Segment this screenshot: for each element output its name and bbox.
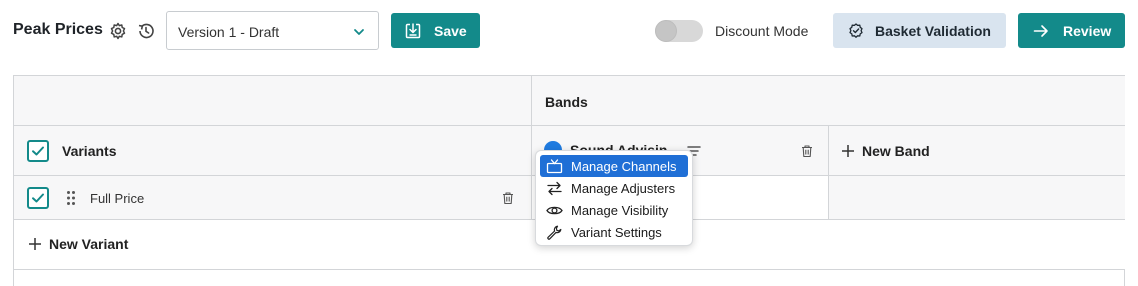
plus-icon [842, 145, 854, 157]
drag-handle-icon[interactable] [66, 190, 76, 206]
page-title: Peak Prices [13, 21, 103, 38]
tv-icon [546, 158, 563, 173]
menu-item-variant-settings[interactable]: Variant Settings [540, 221, 688, 243]
version-select[interactable]: Version 1 - Draft [166, 11, 379, 50]
basket-validation-button[interactable]: Basket Validation [833, 13, 1006, 48]
basket-validation-label: Basket Validation [875, 22, 991, 39]
eye-icon [546, 206, 563, 214]
menu-item-manage-visibility[interactable]: Manage Visibility [540, 199, 688, 221]
review-label: Review [1063, 22, 1112, 39]
toolbar: Peak Prices Version 1 - Draft Save Disco… [0, 0, 1138, 62]
wrench-icon [547, 225, 562, 240]
trash-icon[interactable] [501, 191, 515, 205]
review-button[interactable]: Review [1018, 13, 1125, 48]
history-icon[interactable] [136, 21, 156, 41]
menu-item-label: Manage Channels [571, 158, 677, 174]
trash-icon[interactable] [800, 144, 814, 158]
bands-header-label: Bands [545, 94, 588, 110]
variant-name: Full Price [90, 191, 145, 206]
chevron-down-icon [354, 29, 364, 35]
badge-check-icon [849, 22, 863, 38]
new-band-button[interactable]: New Band [828, 125, 1125, 175]
save-icon [405, 22, 421, 38]
new-band-label: New Band [862, 143, 930, 159]
menu-item-label: Manage Visibility [571, 202, 669, 218]
variants-header: Variants [14, 125, 531, 175]
check-icon [32, 193, 44, 203]
save-button[interactable]: Save [391, 13, 480, 48]
variants-header-label: Variants [62, 143, 117, 159]
menu-item-label: Variant Settings [571, 224, 662, 240]
table-row: Full Price [14, 175, 531, 220]
arrows-swap-icon [547, 181, 562, 195]
menu-item-manage-adjusters[interactable]: Manage Adjusters [540, 177, 688, 199]
variants-select-all-checkbox[interactable] [27, 140, 49, 162]
gear-icon[interactable] [108, 21, 128, 41]
row-checkbox[interactable] [27, 187, 49, 209]
version-select-value: Version 1 - Draft [178, 24, 280, 40]
plus-icon [29, 238, 41, 250]
new-variant-label: New Variant [49, 236, 129, 252]
arrow-right-icon [1033, 24, 1048, 37]
toggle-knob [655, 20, 677, 42]
bands-header: Bands [531, 75, 1125, 125]
save-label: Save [434, 22, 467, 39]
empty-cell [828, 175, 1125, 220]
check-icon [32, 146, 44, 156]
menu-item-manage-channels[interactable]: Manage Channels [540, 155, 688, 177]
menu-item-label: Manage Adjusters [571, 180, 676, 196]
band-context-menu: Manage Channels Manage Adjusters Manage … [535, 150, 693, 246]
discount-mode-toggle[interactable] [655, 20, 703, 42]
discount-mode-label: Discount Mode [715, 23, 809, 39]
grid-corner-header [14, 75, 531, 125]
